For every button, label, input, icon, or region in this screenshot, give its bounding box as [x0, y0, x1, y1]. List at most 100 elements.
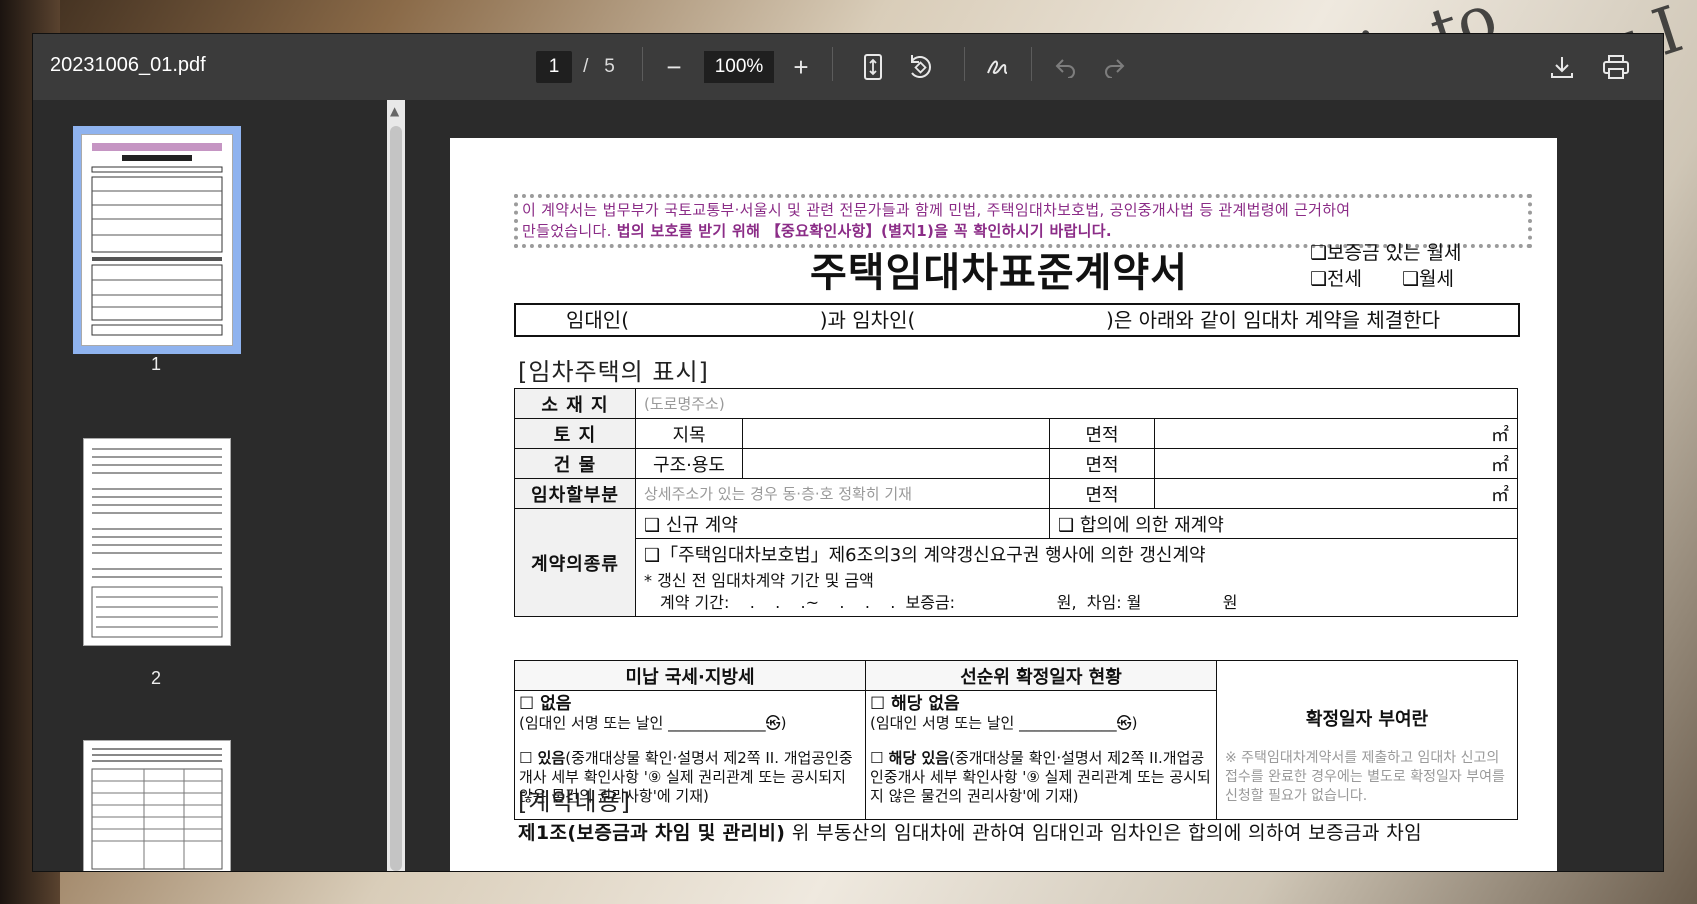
area-label: 면적	[1049, 448, 1155, 479]
area-unit: ㎡	[1154, 418, 1518, 449]
divider	[832, 47, 833, 81]
undo-button[interactable]	[1046, 47, 1086, 87]
page-count: / 5	[579, 47, 619, 87]
notice-line: 만들었습니다. 법의 보호를 받기 위해 【중요확인사항】(별지1)을 꼭 확인…	[522, 221, 1524, 242]
fit-page-icon	[864, 54, 882, 80]
page-number-input[interactable]: 1	[536, 51, 572, 83]
priority-exists-label: ☐ 해당 있음	[870, 749, 950, 767]
table-row: * 갱신 전 임대차계약 기간 및 금액 계약 기간: . . .~ . . .…	[515, 568, 1518, 617]
priority-header: 선순위 확정일자 현황	[865, 660, 1217, 691]
building-value	[742, 448, 1050, 479]
scrollbar-thumb[interactable]	[390, 126, 402, 871]
scroll-up-icon[interactable]: ▲	[390, 104, 399, 118]
renewal-note: * 갱신 전 임대차계약 기간 및 금액	[644, 571, 874, 590]
renewal-details: * 갱신 전 임대차계약 기간 및 금액 계약 기간: . . .~ . . .…	[635, 568, 1518, 617]
toolbar: 20231006_01.pdf 1 / 5 − 100% +	[33, 34, 1663, 100]
location-placeholder: (도로명주소)	[635, 388, 1518, 419]
download-button[interactable]	[1542, 47, 1582, 87]
row-label: 소 재 지	[514, 388, 636, 419]
fit-page-button[interactable]	[853, 47, 893, 87]
priority-none: ☐ 해당 없음	[870, 694, 960, 714]
file-name: 20231006_01.pdf	[50, 54, 206, 76]
divider	[642, 47, 643, 81]
property-table: 소 재 지 (도로명주소) 토 지 지목 면적 ㎡ 건 물 구조·용도 면적 ㎡	[514, 388, 1518, 617]
renegotiation-option: ❑ 합의에 의한 재계약	[1049, 508, 1518, 539]
redo-icon	[1105, 59, 1125, 78]
table-row: 임차할부분 상세주소가 있는 경우 동·층·호 정확히 기재 면적 ㎡	[514, 478, 1518, 509]
tax-priority-table: 미납 국세·지방세 선순위 확정일자 현황 확정일자 부여란 ※ 주택임대차계약…	[514, 660, 1518, 820]
rotate-icon	[911, 55, 931, 78]
area-unit: ㎡	[1154, 448, 1518, 479]
fixed-date-cell: 확정일자 부여란 ※ 주택임대차계약서를 제출하고 임대차 신고의 접수를 완료…	[1216, 660, 1518, 820]
fixed-date-header: 확정일자 부여란	[1305, 709, 1429, 730]
priority-sign: (임대인 서명 또는 날인 _____________㉿)	[870, 714, 1138, 732]
row-label: 건 물	[514, 448, 636, 479]
zoom-in-button[interactable]: +	[781, 47, 821, 87]
table-row: 토 지 지목 면적 ㎡	[514, 418, 1518, 449]
table-row: 미납 국세·지방세 선순위 확정일자 현황 확정일자 부여란 ※ 주택임대차계약…	[514, 660, 1518, 820]
clause-1: 제1조(보증금과 차임 및 관리비) 위 부동산의 임대차에 관하여 임대인과 …	[518, 818, 1422, 845]
area-label: 면적	[1049, 478, 1155, 509]
fixed-date-note: ※ 주택임대차계약서를 제출하고 임대차 신고의 접수를 완료한 경우에는 별도…	[1225, 750, 1505, 804]
sidebar-scrollbar[interactable]: ▲	[387, 100, 405, 871]
zoom-level-input[interactable]: 100%	[704, 51, 774, 83]
page-separator: /	[583, 56, 589, 77]
renewal-option: ❑「주택임대차보호법」제6조의3의 계약갱신요구권 행사에 의한 갱신계약	[635, 538, 1518, 568]
new-contract-option: ❑ 신규 계약	[635, 508, 1050, 539]
table-row: 건 물 구조·용도 면적 ㎡	[514, 448, 1518, 479]
tax-exists-label: ☐ 있음	[519, 749, 566, 767]
type-option: ❑월세	[1402, 268, 1454, 290]
download-icon	[1551, 57, 1573, 78]
thumbnail-label-1: 1	[151, 354, 162, 374]
redo-button[interactable]	[1094, 47, 1134, 87]
table-row: 계약의종류 ❑ 신규 계약 ❑ 합의에 의한 재계약	[514, 508, 1518, 617]
page-thumbnail-3[interactable]	[83, 740, 231, 871]
print-icon	[1603, 55, 1629, 79]
section-heading: [임차주택의 표시]	[518, 358, 709, 386]
type-option: ❑전세	[1310, 268, 1362, 290]
notice-emphasis: 법의 보호를 받기 위해 【중요확인사항】(별지1)을 꼭 확인하시기 바랍니다…	[616, 222, 1112, 240]
clause-text: 위 부동산의 임대차에 관하여 임대인과 임차인은 합의에 의하여 보증금과 차…	[785, 822, 1422, 844]
priority-exists: ☐ 해당 있음(중개대상물 확인·설명서 제2쪽 II.개업공인중개사 세부 확…	[870, 749, 1212, 806]
row-label: 토 지	[514, 418, 636, 449]
divider	[964, 47, 965, 81]
document-viewport: 이 계약서는 법무부가 국토교통부·서울시 및 관련 전문가들과 함께 민법, …	[405, 100, 1663, 871]
row-label: 임차할부분	[514, 478, 636, 509]
contract-type-options: ❑보증금 있는 월세 ❑전세 ❑월세	[1310, 240, 1461, 292]
tax-header: 미납 국세·지방세	[514, 660, 866, 691]
table-row: 소 재 지 (도로명주소)	[514, 388, 1518, 419]
page-thumbnail-2[interactable]	[83, 438, 231, 646]
pdf-page: 이 계약서는 법무부가 국토교통부·서울시 및 관련 전문가들과 함께 민법, …	[450, 138, 1557, 871]
divider	[1031, 47, 1032, 81]
renewal-period: 계약 기간: . . .~ . . . 보증금: 원, 차임: 월 원	[660, 593, 1238, 612]
undo-icon	[1055, 59, 1075, 78]
area-unit: ㎡	[1154, 478, 1518, 509]
page-preview	[91, 448, 223, 638]
print-button[interactable]	[1596, 47, 1636, 87]
page-thumbnail-1[interactable]	[73, 126, 241, 354]
row-label: 계약의종류	[514, 508, 636, 617]
area-label: 면적	[1049, 418, 1155, 449]
tax-sign: (임대인 서명 또는 날인 _____________㉿)	[519, 714, 787, 732]
draw-button[interactable]	[979, 47, 1019, 87]
land-value	[742, 418, 1050, 449]
document-title: 주택임대차표준계약서	[810, 250, 1188, 296]
party-line: 임대인( )과 임차인( )은 아래와 같이 임대차 계약을 체결한다	[514, 303, 1520, 337]
part-placeholder: 상세주소가 있는 경우 동·층·호 정확히 기재	[635, 478, 1050, 509]
clause-title: 제1조(보증금과 차임 및 관리비)	[518, 822, 786, 844]
party-text: 임대인( )과 임차인( )은 아래와 같이 임대차 계약을 체결한다	[566, 308, 1441, 332]
rotate-button[interactable]	[900, 47, 940, 87]
sub-label: 지목	[635, 418, 743, 449]
priority-cell: ☐ 해당 없음 (임대인 서명 또는 날인 _____________㉿) ☐ …	[865, 690, 1217, 820]
section-heading: [계약내용]	[518, 788, 632, 816]
zoom-out-button[interactable]: −	[654, 47, 694, 87]
total-pages: 5	[604, 56, 615, 77]
notice-line: 이 계약서는 법무부가 국토교통부·서울시 및 관련 전문가들과 함께 민법, …	[522, 201, 1351, 219]
thumbnail-sidebar: 1 2	[33, 100, 403, 871]
tax-none: ☐ 없음	[519, 694, 572, 714]
page-preview	[91, 143, 223, 336]
type-option-row: ❑전세 ❑월세	[1310, 266, 1461, 292]
notice-text: 만들었습니다.	[522, 222, 617, 240]
table-row: ❑「주택임대차보호법」제6조의3의 계약갱신요구권 행사에 의한 갱신계약	[515, 538, 1518, 568]
pdf-viewer-window: 20231006_01.pdf 1 / 5 − 100% + 1 2 ▲ 이 계…	[33, 34, 1663, 871]
